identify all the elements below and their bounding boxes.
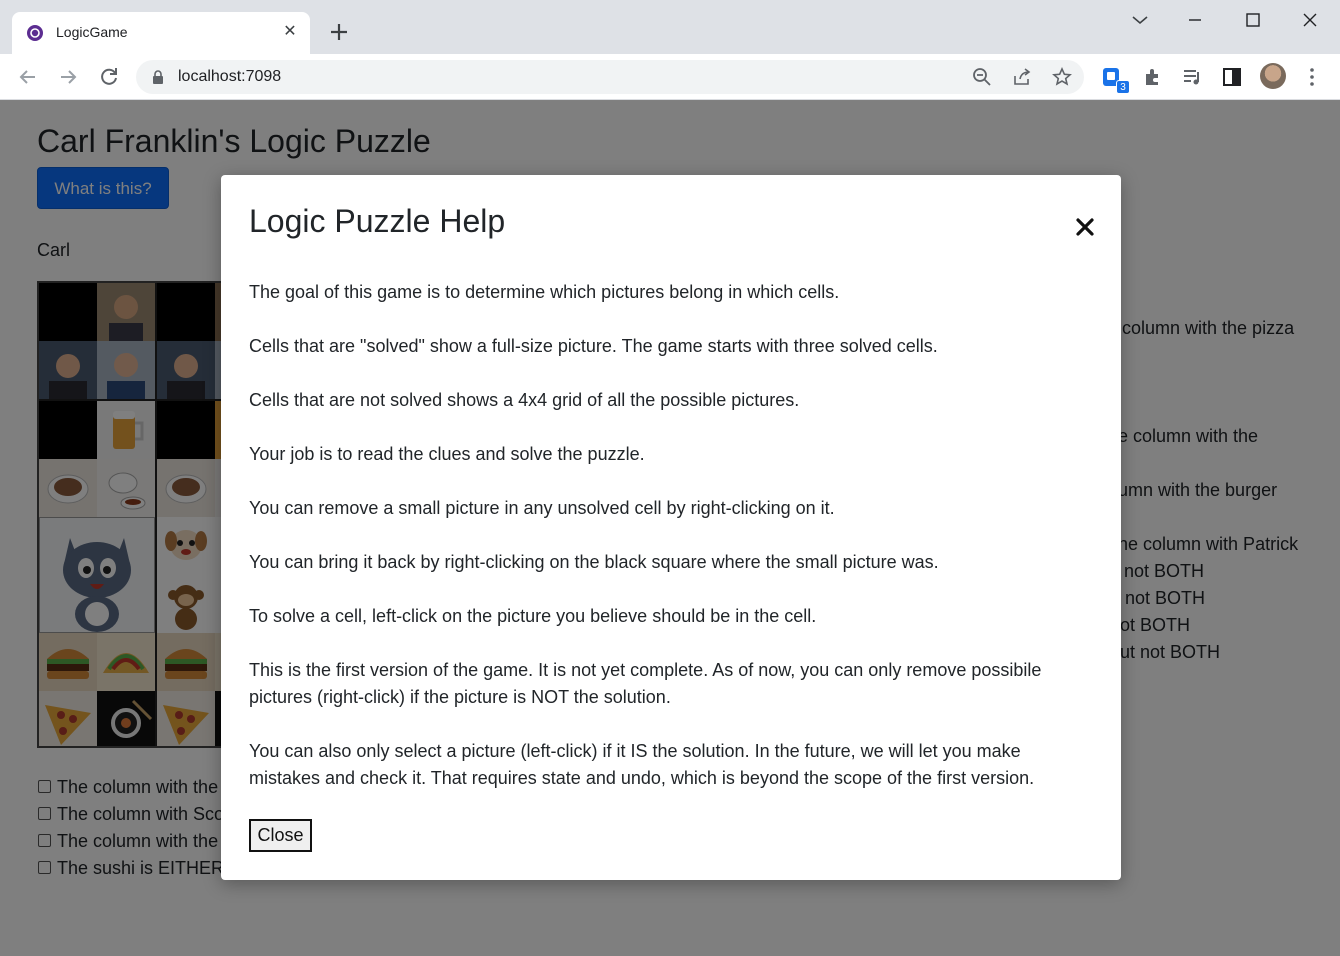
reload-icon[interactable] [96, 64, 122, 90]
blazor-favicon-icon [27, 25, 43, 41]
help-paragraph: You can also only select a picture (left… [249, 741, 1035, 788]
media-queue-icon[interactable] [1181, 66, 1203, 88]
address-bar[interactable]: localhost:7098 [136, 60, 1084, 94]
share-icon[interactable] [1012, 67, 1032, 87]
lock-icon[interactable] [152, 70, 164, 84]
back-arrow-icon[interactable] [15, 64, 41, 90]
bookmark-star-icon[interactable] [1052, 67, 1072, 87]
browser-toolbar: localhost:7098 [0, 54, 1340, 100]
browser-tab[interactable]: LogicGame ✕ [12, 12, 310, 54]
profile-avatar[interactable] [1260, 63, 1286, 89]
extension-badge: 3 [1116, 80, 1130, 94]
chrome-menu-icon[interactable] [1301, 66, 1323, 88]
tab-close-button[interactable]: ✕ [278, 20, 302, 44]
close-x-icon[interactable] [1071, 213, 1099, 241]
minimize-icon[interactable] [1180, 8, 1210, 32]
close-window-icon[interactable] [1295, 8, 1325, 32]
browser-tab-strip: LogicGame ✕ [0, 0, 1340, 54]
zoom-out-icon[interactable] [972, 67, 992, 87]
extensions-puzzle-icon[interactable] [1142, 66, 1164, 88]
help-paragraph: You can remove a small picture in any un… [249, 498, 835, 518]
help-paragraph: Your job is to read the clues and solve … [249, 444, 645, 464]
url-text[interactable]: localhost:7098 [178, 68, 281, 86]
help-paragraph: Cells that are not solved shows a 4x4 gr… [249, 390, 800, 410]
help-paragraph: You can bring it back by right-clicking … [249, 552, 939, 572]
close-button[interactable]: Close [249, 819, 312, 852]
tab-search-chevron-icon[interactable] [1125, 8, 1155, 32]
help-paragraph: The goal of this game is to determine wh… [249, 282, 840, 302]
help-modal: Logic Puzzle Help The goal of this game … [221, 175, 1121, 880]
side-panel-icon[interactable] [1221, 66, 1243, 88]
forward-arrow-icon[interactable] [55, 64, 81, 90]
help-paragraph: This is the first version of the game. I… [249, 660, 1042, 707]
new-tab-plus-icon[interactable] [326, 19, 352, 45]
help-paragraph: Cells that are "solved" show a full-size… [249, 336, 938, 356]
maximize-icon[interactable] [1238, 8, 1268, 32]
tab-title: LogicGame [56, 24, 128, 40]
modal-title: Logic Puzzle Help [249, 203, 506, 239]
help-paragraph: To solve a cell, left-click on the pictu… [249, 606, 817, 626]
